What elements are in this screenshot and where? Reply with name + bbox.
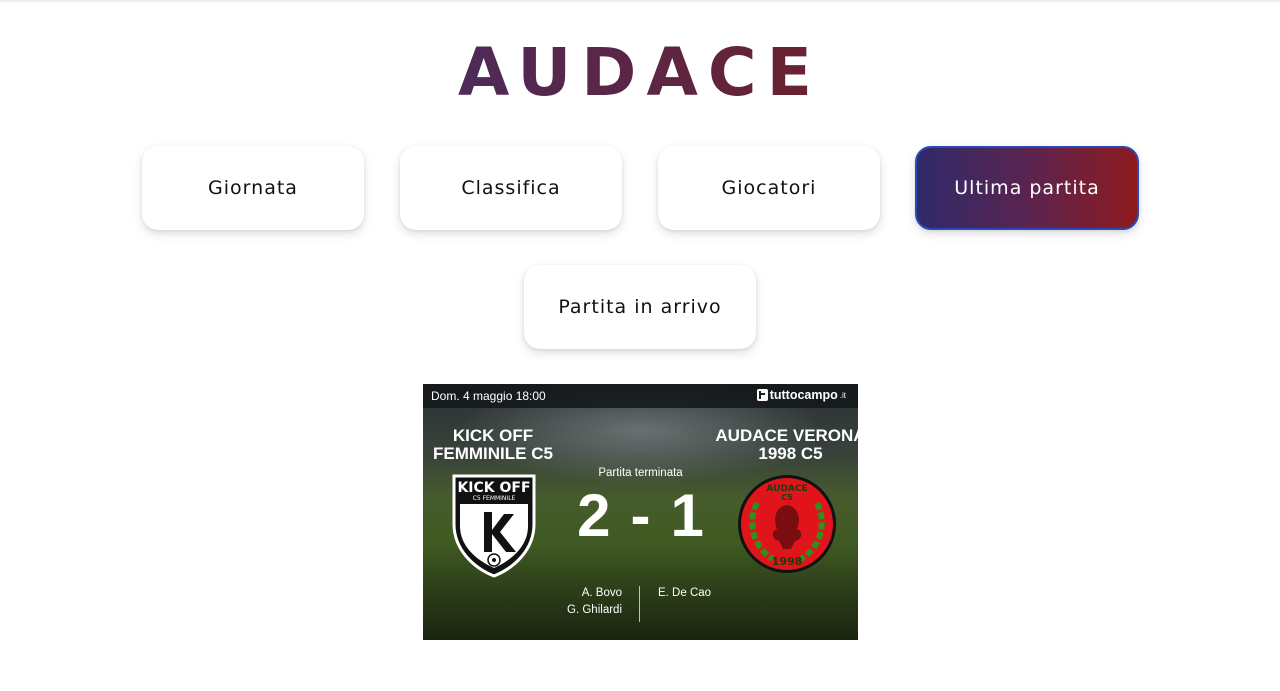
home-scorer: A. Bovo — [581, 587, 622, 599]
away-team-name: AUDACE VERONA 1998 C5 — [708, 427, 858, 463]
top-border — [0, 0, 1280, 2]
tuttocampo-name: tuttocampo — [769, 388, 838, 402]
nav-giornata-button[interactable]: Giornata — [142, 146, 364, 230]
away-crest-year: 1998 — [772, 555, 803, 568]
match-status: Partita terminata — [598, 467, 683, 479]
nav-giocatori-button[interactable]: Giocatori — [658, 146, 880, 230]
away-scorers: E. De Cao — [658, 585, 748, 602]
nav-partita-in-arrivo-label: Partita in arrivo — [558, 296, 722, 318]
audace-verona-crest: AUDACE C5 1998 — [738, 475, 836, 573]
home-score: 2 — [577, 481, 611, 549]
away-scorer: E. De Cao — [658, 587, 712, 599]
tuttocampo-icon — [756, 389, 768, 401]
home-team-name-line1: KICK OFF — [452, 426, 534, 445]
home-crest-text: KICK OFF — [457, 480, 530, 496]
away-crest-subtext: C5 — [781, 493, 793, 502]
last-match-card: Dom. 4 maggio 18:00 tuttocampo .it KICK … — [423, 384, 858, 640]
nav-ultima-partita-label: Ultima partita — [954, 177, 1100, 199]
nav-giornata-label: Giornata — [208, 177, 298, 199]
audace-logo: AUDACE — [458, 40, 822, 100]
scorers-divider — [639, 586, 640, 622]
home-team-name: KICK OFF FEMMINILE C5 — [423, 427, 563, 463]
home-team-name-line2: FEMMINILE C5 — [433, 444, 553, 463]
home-scorer: G. Ghilardi — [567, 604, 622, 616]
match-score: 2 - 1 — [563, 480, 718, 550]
tuttocampo-tld: .it — [839, 390, 846, 400]
nav-partita-in-arrivo-button[interactable]: Partita in arrivo — [524, 265, 756, 349]
home-crest-subtext: C5 FEMMINILE — [473, 495, 516, 502]
nav-classifica-button[interactable]: Classifica — [400, 146, 622, 230]
logo-text: AUDACE — [458, 40, 822, 100]
nav-giocatori-label: Giocatori — [721, 177, 817, 199]
kick-off-crest: KICK OFF C5 FEMMINILE — [452, 474, 536, 578]
nav-ultima-partita-button[interactable]: Ultima partita — [915, 146, 1139, 230]
score-separator: - — [630, 481, 651, 549]
home-scorers: A. Bovo G. Ghilardi — [553, 585, 622, 619]
away-team-name-line2: 1998 C5 — [758, 444, 823, 463]
nav-classifica-label: Classifica — [461, 177, 561, 199]
away-score: 1 — [670, 481, 704, 549]
away-team-name-line1: AUDACE VERONA — [715, 426, 858, 445]
tuttocampo-brand: tuttocampo .it — [756, 388, 846, 402]
match-header-bar: Dom. 4 maggio 18:00 tuttocampo .it — [423, 384, 858, 408]
match-date: Dom. 4 maggio 18:00 — [431, 389, 546, 403]
